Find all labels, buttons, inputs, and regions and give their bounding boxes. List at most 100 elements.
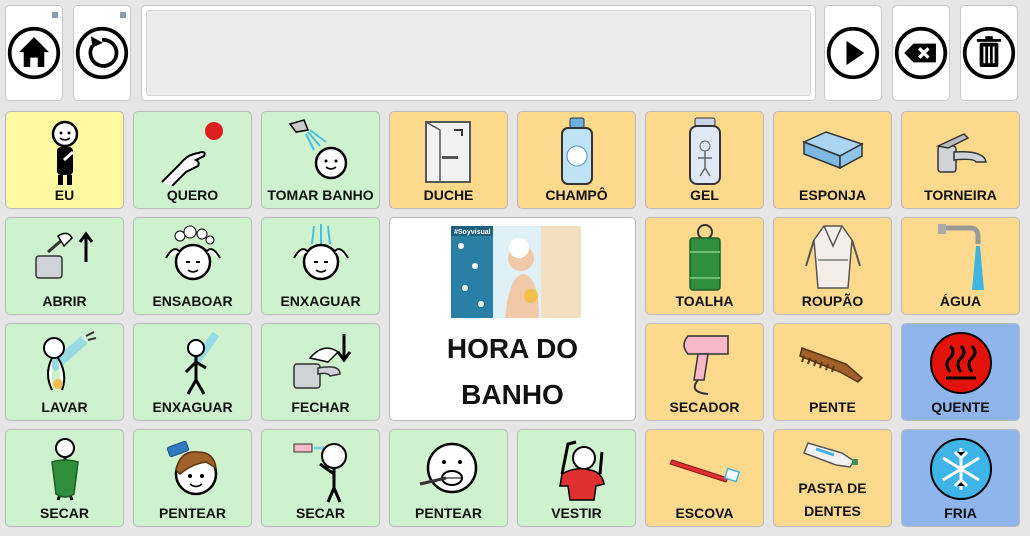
- cell-label: TOMAR BANHO: [267, 187, 374, 203]
- open-tap-icon: [34, 231, 93, 279]
- cell-label: PENTE: [809, 399, 856, 415]
- cell-toalha[interactable]: TOALHA: [645, 217, 764, 315]
- person-showering-icon: [288, 119, 347, 180]
- brushing-teeth-icon: [419, 442, 477, 494]
- cell-torneira[interactable]: TORNEIRA: [901, 111, 1020, 209]
- cell-gel[interactable]: GEL: [645, 111, 764, 209]
- board-title: HORA DO BANHO: [446, 333, 579, 410]
- cell-enxaguar-2[interactable]: ENXAGUAR: [133, 323, 252, 421]
- cell-pentear-1[interactable]: PENTEAR: [133, 429, 252, 527]
- cell-abrir[interactable]: ABRIR: [5, 217, 124, 315]
- corner-marker: [52, 12, 58, 18]
- message-bar[interactable]: [141, 5, 816, 101]
- soaping-hair-icon: [164, 225, 221, 281]
- sponge-icon: [801, 131, 864, 170]
- cell-agua[interactable]: ÁGUA: [901, 217, 1020, 315]
- cell-label: ÁGUA: [939, 293, 982, 309]
- cell-label: PENTEAR: [415, 505, 482, 521]
- cell-label: PENTEAR: [159, 505, 226, 521]
- cell-label: ENSABOAR: [152, 293, 233, 309]
- cell-secar-1[interactable]: SECAR: [5, 429, 124, 527]
- towel-icon: [688, 224, 721, 291]
- hand-reaching-ball-icon: [160, 122, 223, 186]
- cell-label: CHAMPÔ: [545, 187, 608, 203]
- person-dressing-icon: [558, 440, 605, 501]
- shower-cabin-icon: [424, 121, 471, 183]
- person-drying-towel-icon: [50, 438, 79, 501]
- cell-label: QUERO: [166, 187, 219, 203]
- cell-label: TORNEIRA: [924, 187, 997, 203]
- rinsing-hair-icon: [292, 224, 349, 281]
- cell-quero[interactable]: QUERO: [133, 111, 252, 209]
- home-icon: [7, 26, 61, 80]
- cell-enxaguar-1[interactable]: ENXAGUAR: [261, 217, 380, 315]
- bathrobe-icon: [804, 225, 861, 289]
- cell-secar-2[interactable]: SECAR: [261, 429, 380, 527]
- trash-button[interactable]: [960, 5, 1018, 101]
- cell-label: EU: [54, 187, 75, 203]
- cell-lavar[interactable]: LAVAR: [5, 323, 124, 421]
- board-title-card[interactable]: #Soyvisual HORA DO BANHO: [389, 217, 636, 421]
- home-button[interactable]: [5, 5, 63, 101]
- cell-secador[interactable]: SECADOR: [645, 323, 764, 421]
- corner-marker: [120, 12, 126, 18]
- toothpaste-icon: [802, 442, 858, 468]
- cell-label: ABRIR: [42, 293, 87, 309]
- cell-pentear-2[interactable]: PENTEAR: [389, 429, 508, 527]
- cell-label: QUENTE: [931, 399, 990, 415]
- cell-label: SECAR: [295, 505, 345, 521]
- play-button[interactable]: [824, 5, 882, 101]
- person-pointing-self-icon: [51, 120, 78, 185]
- hair-dryer-icon: [682, 335, 729, 395]
- person-rinsing-icon: [184, 331, 219, 395]
- cell-escova[interactable]: ESCOVA: [645, 429, 764, 527]
- cell-label: LAVAR: [41, 399, 88, 415]
- cell-roupao[interactable]: ROUPÃO: [773, 217, 892, 315]
- person-combing-icon: [166, 440, 217, 496]
- trash-icon: [962, 26, 1016, 80]
- close-tap-icon: [292, 334, 351, 389]
- cell-ensaboar[interactable]: ENSABOAR: [133, 217, 252, 315]
- water-tap-icon: [937, 224, 984, 290]
- cell-label: PASTA DE DENTES: [798, 480, 867, 519]
- cell-esponja[interactable]: ESPONJA: [773, 111, 892, 209]
- cell-label: VESTIR: [551, 505, 602, 521]
- backspace-icon: [894, 26, 948, 80]
- cell-fechar[interactable]: FECHAR: [261, 323, 380, 421]
- cell-quente[interactable]: QUENTE: [901, 323, 1020, 421]
- cell-label: ESPONJA: [799, 187, 866, 203]
- comb-icon: [798, 347, 863, 383]
- cell-label: ROUPÃO: [801, 293, 864, 309]
- hot-icon: [929, 332, 992, 394]
- cell-vestir[interactable]: VESTIR: [517, 429, 636, 527]
- gel-bottle-icon: [688, 117, 721, 185]
- toothbrush-icon: [668, 459, 740, 483]
- cell-tomar-banho[interactable]: TOMAR BANHO: [261, 111, 380, 209]
- cell-eu[interactable]: EU: [5, 111, 124, 209]
- cell-label: FECHAR: [291, 399, 350, 415]
- person-washing-icon: [42, 331, 96, 391]
- cold-snowflake-icon: [929, 438, 992, 500]
- cell-duche[interactable]: DUCHE: [389, 111, 508, 209]
- cell-label: SECAR: [39, 505, 89, 521]
- cell-champo[interactable]: CHAMPÔ: [517, 111, 636, 209]
- cell-label: TOALHA: [675, 293, 734, 309]
- cell-pasta-de-dentes[interactable]: PASTA DE DENTES: [773, 429, 892, 527]
- cell-label: DUCHE: [423, 187, 474, 203]
- cell-pente[interactable]: PENTE: [773, 323, 892, 421]
- cell-fria[interactable]: FRIA: [901, 429, 1020, 527]
- play-icon: [826, 26, 880, 80]
- cell-label: ESCOVA: [675, 505, 734, 521]
- undo-button[interactable]: [73, 5, 131, 101]
- cell-label: SECADOR: [669, 399, 740, 415]
- person-hair-dryer-icon: [293, 443, 347, 503]
- cell-label: ENXAGUAR: [152, 399, 233, 415]
- photo-tag: #Soyvisual: [454, 229, 491, 236]
- undo-icon: [75, 26, 129, 80]
- faucet-icon: [935, 133, 987, 173]
- shampoo-bottle-icon: [560, 117, 593, 185]
- cell-label: GEL: [690, 187, 719, 203]
- cell-label: ENXAGUAR: [280, 293, 361, 309]
- backspace-button[interactable]: [892, 5, 950, 101]
- message-text: [146, 10, 811, 96]
